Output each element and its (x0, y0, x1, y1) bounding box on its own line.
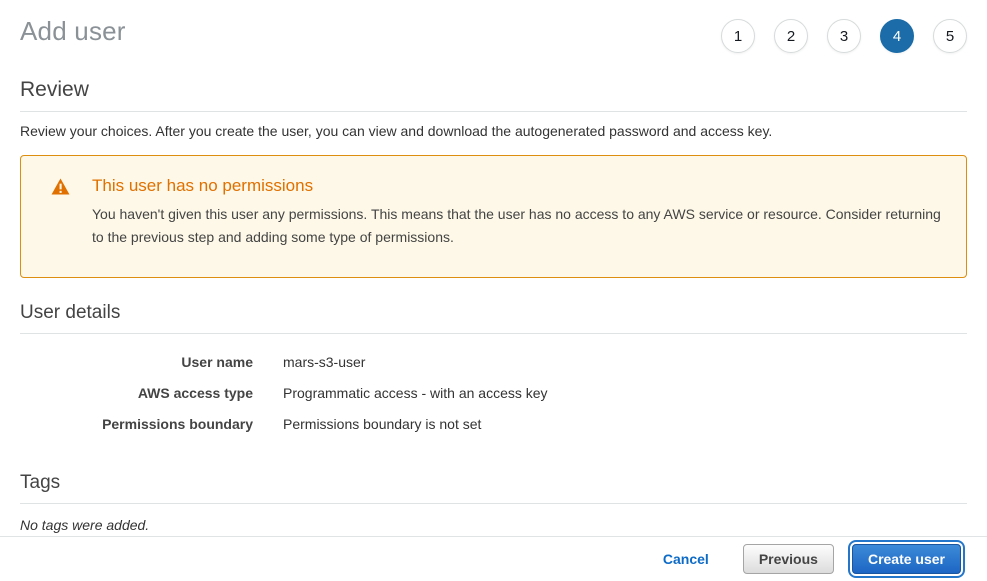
step-indicator-4-active: 4 (880, 19, 914, 53)
permissions-boundary-label: Permissions boundary (20, 416, 253, 432)
user-name-row: User name mars-s3-user (20, 347, 967, 378)
warning-triangle-icon (51, 178, 70, 200)
tags-section: Tags No tags were added. (20, 472, 967, 533)
step-indicator-5: 5 (933, 19, 967, 53)
no-permissions-warning-box: This user has no permissions You haven't… (20, 155, 967, 278)
user-details-heading: User details (20, 302, 967, 334)
tags-heading: Tags (20, 472, 967, 504)
wizard-step-indicator: 1 2 3 4 5 (721, 19, 967, 53)
step-indicator-1: 1 (721, 19, 755, 53)
access-type-label: AWS access type (20, 385, 253, 401)
previous-button[interactable]: Previous (743, 544, 834, 574)
warning-body: You haven't given this user any permissi… (92, 203, 942, 249)
step-indicator-3: 3 (827, 19, 861, 53)
permissions-boundary-row: Permissions boundary Permissions boundar… (20, 409, 967, 440)
user-name-value: mars-s3-user (283, 354, 365, 370)
user-details-rows: User name mars-s3-user AWS access type P… (20, 347, 967, 440)
page-header: Add user 1 2 3 4 5 (0, 0, 987, 53)
warning-title: This user has no permissions (92, 176, 942, 196)
warning-content: This user has no permissions You haven't… (92, 176, 942, 249)
wizard-footer: Cancel Previous Create user (0, 536, 987, 581)
cancel-link[interactable]: Cancel (663, 551, 709, 567)
access-type-row: AWS access type Programmatic access - wi… (20, 378, 967, 409)
permissions-boundary-value: Permissions boundary is not set (283, 416, 481, 432)
tags-empty-message: No tags were added. (20, 517, 967, 533)
page-title: Add user (20, 16, 126, 47)
review-description: Review your choices. After you create th… (20, 123, 967, 139)
step-indicator-2: 2 (774, 19, 808, 53)
review-section: Review Review your choices. After you cr… (20, 78, 967, 139)
create-user-button[interactable]: Create user (852, 544, 961, 574)
review-heading: Review (20, 78, 967, 112)
user-name-label: User name (20, 354, 253, 370)
access-type-value: Programmatic access - with an access key (283, 385, 548, 401)
user-details-section: User details User name mars-s3-user AWS … (20, 302, 967, 440)
